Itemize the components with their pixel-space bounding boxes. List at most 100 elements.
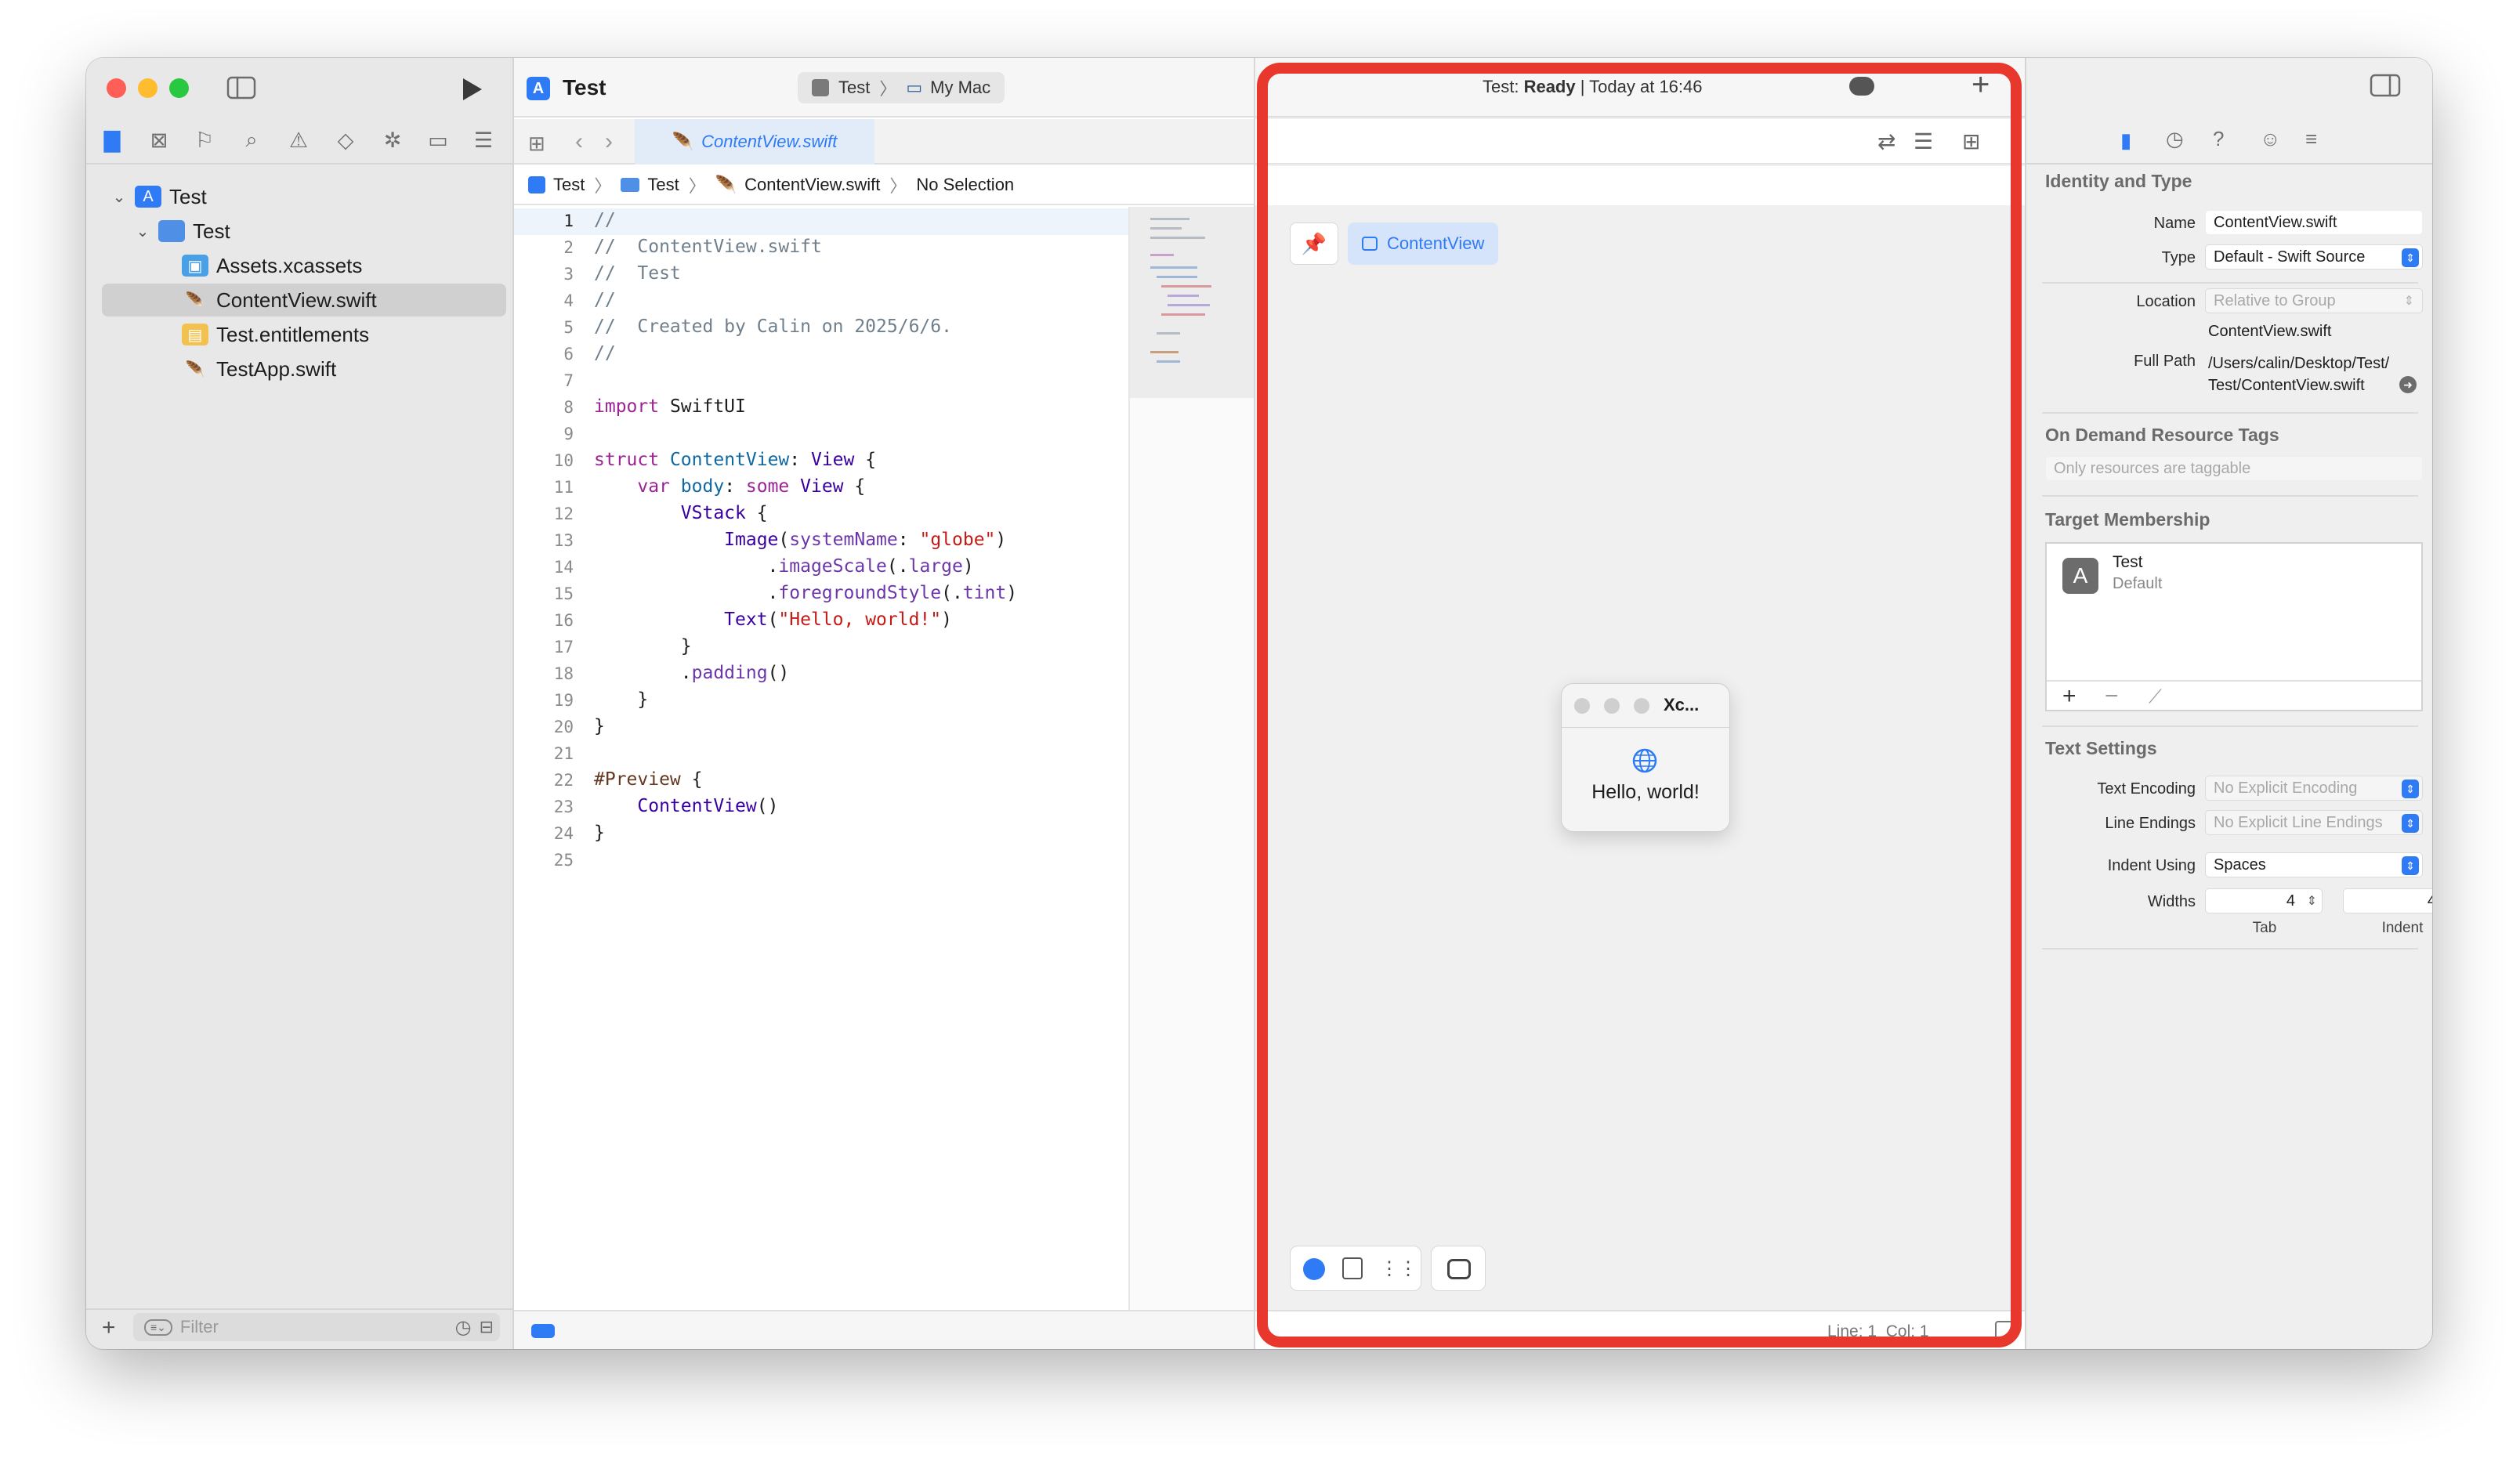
tree-item[interactable]: 🪶 ContentView.swift (102, 284, 506, 317)
filter-options-icon[interactable]: ≡⌄ (144, 1318, 172, 1336)
inspector-toggle-icon[interactable] (2370, 74, 2404, 102)
recent-files-icon[interactable]: ◷ (455, 1316, 472, 1339)
section-identity: Identity and Type (2045, 171, 2192, 191)
endings-value: No Explicit Line Endings (2214, 813, 2383, 831)
history-icon[interactable]: ◷ (2166, 127, 2184, 151)
tree-item[interactable]: 🪶 TestApp.swift (102, 353, 506, 385)
minimap-line (1157, 332, 1180, 335)
tab-contentview[interactable]: 🪶 ContentView.swift (635, 119, 874, 165)
minimap-line (1161, 285, 1211, 288)
swift-file-icon: 🪶 (715, 175, 737, 194)
disclosure-chevron-icon[interactable]: ⌄ (110, 187, 129, 207)
type-popup[interactable]: Default - Swift Source ⇕ (2205, 244, 2423, 269)
swift-file-icon: 🪶 (185, 360, 205, 378)
add-file-icon[interactable]: + (102, 1315, 116, 1341)
line-number: 18 (553, 664, 574, 683)
location-popup[interactable]: Relative to Group ⇕ (2205, 288, 2423, 313)
close-window-button[interactable] (107, 78, 126, 98)
tree-item[interactable]: ⌄ A Test (102, 180, 506, 213)
code-line: struct ContentView: View { (594, 450, 877, 470)
widths-label: Widths (2147, 893, 2196, 910)
minimap-line (1150, 218, 1189, 220)
tree-item[interactable]: ▤ Test.entitlements (102, 318, 506, 351)
sidebar-toggle-icon[interactable] (224, 74, 259, 102)
chevron-right-icon: 〉 (594, 176, 612, 196)
bookmark-icon[interactable]: ⚐ (191, 127, 218, 154)
breadcrumb-item[interactable]: ContentView.swift (744, 175, 880, 195)
odr-field[interactable]: Only resources are taggable (2045, 456, 2423, 481)
search-icon[interactable]: ⌕ (238, 127, 265, 154)
endings-popup[interactable]: No Explicit Line Endings ⇕ (2205, 810, 2423, 835)
code-line: #Preview { (594, 769, 703, 790)
code-line: Image(systemName: "globe") (724, 530, 1007, 550)
location-file: ContentView.swift (2208, 323, 2332, 340)
tree-item-label: Test.entitlements (216, 322, 370, 346)
breadcrumb-item[interactable]: Test (553, 175, 585, 195)
line-number: 4 (563, 291, 574, 310)
issue-icon[interactable]: ⚠ (285, 127, 312, 154)
code-line: // (594, 343, 616, 364)
test-icon[interactable]: ◇ (332, 127, 359, 154)
line-number: 12 (553, 505, 574, 523)
reveal-in-finder-icon[interactable]: ➜ (2399, 376, 2417, 393)
tree-item[interactable]: ⌄ Test (102, 215, 506, 248)
encoding-popup[interactable]: No Explicit Encoding ⇕ (2205, 776, 2423, 801)
popup-arrow-icon: ⇕ (2402, 780, 2419, 798)
line-number: 3 (563, 265, 574, 284)
code-line: ContentView() (637, 796, 779, 816)
indent-width-field[interactable]: 4⇕ (2343, 888, 2432, 913)
line-number: 17 (553, 638, 574, 657)
help-icon[interactable]: ? (2213, 127, 2224, 151)
breakpoint-icon[interactable]: ▭ (425, 127, 451, 154)
breadcrumb-item[interactable]: Test (647, 175, 679, 195)
project-title: Test (563, 75, 606, 99)
debug-area-toggle-icon[interactable] (531, 1324, 555, 1338)
folder-icon[interactable]: ▇ (99, 127, 125, 154)
line-number: 7 (563, 371, 574, 390)
source-editor: A Test Test 〉 ▭ My Mac ⊞ ‹ › 🪶 ContentVi… (514, 58, 1254, 1349)
stepper-icon[interactable]: ⇕ (2307, 893, 2317, 909)
zoom-window-button[interactable] (169, 78, 189, 98)
separator-chevron-icon: 〉 (879, 79, 897, 99)
filter-field[interactable]: ≡⌄ Filter ◷ ⊟ (133, 1313, 500, 1341)
run-icon[interactable] (454, 74, 489, 105)
remove-target-icon[interactable]: − (2105, 683, 2119, 710)
chevron-right-icon: 〉 (688, 176, 706, 196)
minimap-viewport[interactable] (1130, 207, 1254, 398)
highlight-box (1257, 63, 2022, 1347)
file-inspector-icon[interactable]: ▮ (2120, 128, 2131, 153)
report-icon[interactable]: ☰ (470, 127, 497, 154)
indent-popup[interactable]: Spaces ⇕ (2205, 852, 2423, 877)
line-number: 9 (563, 425, 574, 443)
disclosure-chevron-icon[interactable]: ⌄ (133, 222, 152, 241)
divider (2042, 282, 2418, 284)
debug-bar (514, 1310, 1254, 1349)
divider (2047, 680, 2421, 682)
target-list[interactable]: A Test Default + − ⟋ (2045, 542, 2423, 711)
changed-files-icon[interactable]: ⊟ (480, 1317, 494, 1337)
forward-icon[interactable]: › (605, 128, 613, 155)
name-field[interactable]: ContentView.swift (2205, 210, 2423, 235)
back-icon[interactable]: ‹ (575, 128, 583, 155)
attributes-icon[interactable]: ≡ (2305, 127, 2317, 151)
source-control-icon[interactable]: ⊠ (146, 127, 172, 154)
tree-item[interactable]: ▣ Assets.xcassets (102, 249, 506, 282)
minimap[interactable] (1128, 207, 1254, 1310)
code-line: // Test (594, 263, 681, 284)
grid-icon[interactable]: ⊞ (528, 132, 545, 156)
edit-target-icon[interactable]: ⟋ (2149, 686, 2162, 708)
code-line: } (594, 823, 605, 843)
file-tree: ⌄ A Test ⌄ Test ▣ Assets.xcassets 🪶 ContentView.… (86, 180, 514, 415)
popup-arrow-icon: ⇕ (2402, 814, 2419, 833)
destination-label: My Mac (930, 78, 991, 97)
minimize-window-button[interactable] (138, 78, 158, 98)
app-project-icon (528, 176, 545, 194)
line-number: 16 (553, 611, 574, 630)
tab-width-field[interactable]: 4 ⇕ (2205, 888, 2323, 913)
scheme-destination-selector[interactable]: Test 〉 ▭ My Mac (798, 72, 1005, 103)
breadcrumb-item[interactable]: No Selection (916, 175, 1014, 195)
add-target-icon[interactable]: + (2062, 683, 2076, 710)
line-number: 5 (563, 318, 574, 337)
debug-icon[interactable]: ✲ (379, 127, 406, 154)
accessibility-icon[interactable]: ☺ (2260, 127, 2281, 151)
